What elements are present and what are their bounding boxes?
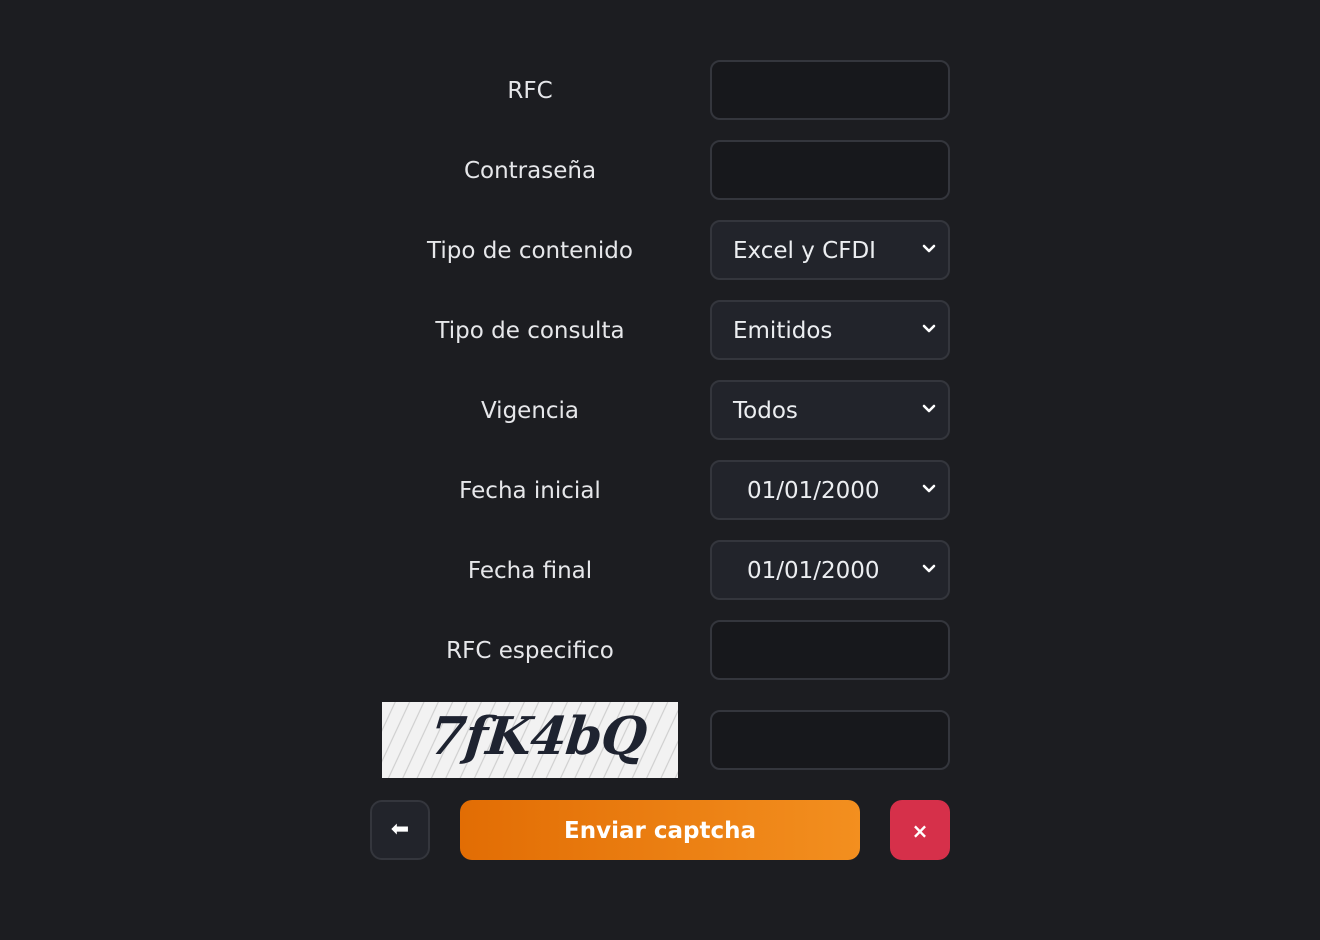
validity-row: Vigencia Todos: [370, 380, 950, 440]
rfc-input[interactable]: [710, 60, 950, 120]
send-captcha-button[interactable]: Enviar captcha: [460, 800, 860, 860]
chevron-down-icon: [922, 564, 936, 573]
end-date-select[interactable]: 01/01/2000: [710, 540, 950, 600]
captcha-input[interactable]: [710, 710, 950, 770]
query-type-row: Tipo de consulta Emitidos: [370, 300, 950, 360]
validity-value: Todos: [733, 398, 798, 424]
query-type-label: Tipo de consulta: [435, 318, 625, 344]
password-input[interactable]: [710, 140, 950, 200]
content-type-row: Tipo de contenido Excel y CFDI: [370, 220, 950, 280]
close-icon: ×: [911, 819, 929, 843]
chevron-down-icon: [922, 244, 936, 253]
query-type-select[interactable]: Emitidos: [710, 300, 950, 360]
start-date-select[interactable]: 01/01/2000: [710, 460, 950, 520]
specific-rfc-row: RFC especifico: [370, 620, 950, 680]
specific-rfc-input[interactable]: [710, 620, 950, 680]
start-date-label: Fecha inicial: [459, 478, 601, 504]
captcha-image: 7fK4bQ: [382, 702, 678, 778]
validity-select[interactable]: Todos: [710, 380, 950, 440]
content-type-label: Tipo de contenido: [427, 238, 633, 264]
chevron-down-icon: [922, 484, 936, 493]
start-date-row: Fecha inicial 01/01/2000: [370, 460, 950, 520]
captcha-image-text: 7fK4bQ: [426, 706, 649, 767]
back-button[interactable]: ⬅: [370, 800, 430, 860]
content-type-select[interactable]: Excel y CFDI: [710, 220, 950, 280]
chevron-down-icon: [922, 324, 936, 333]
password-label: Contraseña: [463, 158, 597, 184]
rfc-label: RFC: [507, 78, 553, 104]
content-type-value: Excel y CFDI: [733, 238, 876, 264]
chevron-down-icon: [922, 404, 936, 413]
close-button[interactable]: ×: [890, 800, 950, 860]
rfc-row: RFC: [370, 60, 950, 120]
specific-rfc-label: RFC especifico: [446, 638, 614, 664]
end-date-value: 01/01/2000: [747, 558, 880, 584]
validity-label: Vigencia: [480, 398, 580, 424]
query-type-value: Emitidos: [733, 318, 833, 344]
end-date-label: Fecha final: [467, 558, 593, 584]
end-date-row: Fecha final 01/01/2000: [370, 540, 950, 600]
left-arrow-icon: ⬅: [390, 817, 410, 842]
password-row: Contraseña: [370, 140, 950, 200]
start-date-value: 01/01/2000: [747, 478, 880, 504]
